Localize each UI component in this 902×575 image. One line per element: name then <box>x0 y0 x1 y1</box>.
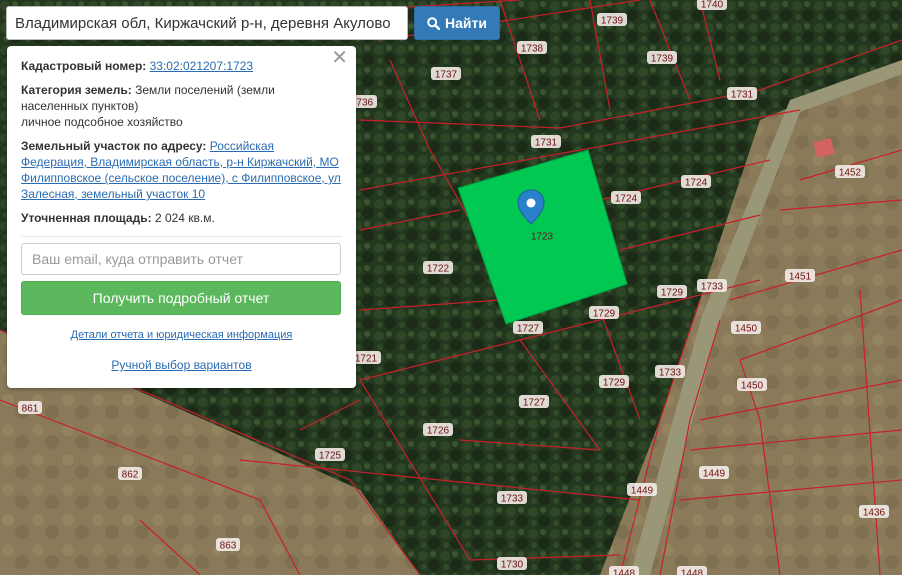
parcel-label-1726: 1726 <box>427 426 450 437</box>
parcel-label-1449: 1449 <box>703 469 726 480</box>
cadastral-number-label: Кадастровый номер: <box>21 59 147 73</box>
parcel-label-1733: 1733 <box>659 368 682 379</box>
parcel-label-1724: 1724 <box>615 194 638 205</box>
parcel-label-1725: 1725 <box>319 451 342 462</box>
search-button[interactable]: Найти <box>414 6 500 40</box>
address-label: Земельный участок по адресу: <box>21 139 207 153</box>
close-icon[interactable]: ✕ <box>331 48 348 68</box>
parcel-label-1450: 1450 <box>741 381 764 392</box>
parcel-label-1452: 1452 <box>839 168 862 179</box>
parcel-label-1729: 1729 <box>593 309 616 320</box>
parcel-label-863: 863 <box>220 541 237 552</box>
parcel-label-1729: 1729 <box>603 378 626 389</box>
parcel-label-1739: 1739 <box>651 54 674 65</box>
cadastral-number-row: Кадастровый номер: 33:02:021207:1723 <box>21 58 342 74</box>
parcel-label-1449: 1449 <box>631 486 654 497</box>
parcel-label-862: 862 <box>122 470 139 481</box>
area-label: Уточненная площадь: <box>21 211 152 225</box>
parcel-label-1723: 1723 <box>531 232 554 243</box>
land-category-row: Категория земель: Земли поселений (земли… <box>21 82 342 130</box>
search-icon <box>427 16 440 30</box>
parcel-label-1722: 1722 <box>427 264 450 275</box>
parcel-label-1730: 1730 <box>501 560 524 571</box>
parcel-label-1724: 1724 <box>685 178 708 189</box>
report-details-link[interactable]: Детали отчета и юридическая информация <box>71 329 293 341</box>
parcel-label-1727: 1727 <box>523 398 546 409</box>
parcel-label-1729: 1729 <box>661 288 684 299</box>
parcel-label-1737: 1737 <box>435 70 458 81</box>
manual-selection-link[interactable]: Ручной выбор вариантов <box>111 358 251 372</box>
parcel-label-1739: 1739 <box>601 16 624 27</box>
search-input[interactable] <box>6 6 408 40</box>
parcel-label-1731: 1731 <box>535 138 558 149</box>
parcel-label-1738: 1738 <box>521 44 544 55</box>
manual-link-wrap: Ручной выбор вариантов <box>21 357 342 373</box>
address-row: Земельный участок по адресу: Российская … <box>21 138 342 202</box>
land-use-value: личное подсобное хозяйство <box>21 115 183 129</box>
divider <box>21 236 342 237</box>
parcel-label-1448: 1448 <box>681 569 704 575</box>
parcel-label-1727: 1727 <box>517 324 540 335</box>
parcel-label-1451: 1451 <box>789 272 812 283</box>
search-button-label: Найти <box>445 15 487 31</box>
land-category-label: Категория земель: <box>21 83 132 97</box>
area-row: Уточненная площадь: 2 024 кв.м. <box>21 210 342 226</box>
get-report-button[interactable]: Получить подробный отчет <box>21 281 341 315</box>
parcel-label-1731: 1731 <box>731 90 754 101</box>
parcel-label-1721: 1721 <box>355 354 378 365</box>
parcel-label-1436: 1436 <box>863 508 886 519</box>
parcel-label-861: 861 <box>22 404 39 415</box>
parcel-label-1733: 1733 <box>701 282 724 293</box>
email-field[interactable] <box>21 243 341 275</box>
parcel-label-1733: 1733 <box>501 494 524 505</box>
parcel-info-panel: ✕ Кадастровый номер: 33:02:021207:1723 К… <box>7 46 356 388</box>
area-value: 2 024 кв.м. <box>154 211 215 225</box>
cadastral-number-link[interactable]: 33:02:021207:1723 <box>150 59 253 73</box>
parcel-label-1450: 1450 <box>735 324 758 335</box>
details-link-wrap: Детали отчета и юридическая информация <box>21 327 342 343</box>
parcel-label-1448: 1448 <box>613 569 636 575</box>
parcel-label-1740: 1740 <box>701 0 724 11</box>
search-bar: Найти <box>6 6 500 40</box>
